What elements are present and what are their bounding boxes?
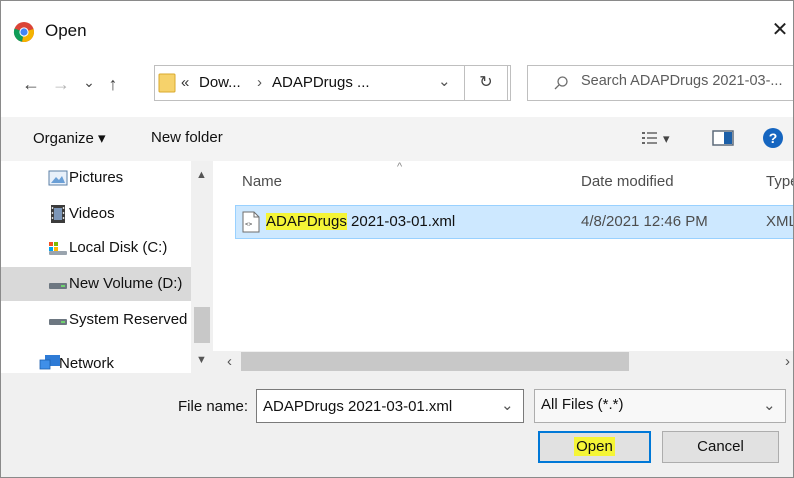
file-list-scroll-thumb[interactable] — [241, 352, 629, 371]
scroll-right-arrow-icon[interactable]: › — [785, 354, 790, 370]
recent-locations-button[interactable]: ⌄ — [79, 71, 99, 93]
file-type-dropdown-icon[interactable]: ⌄ — [763, 396, 776, 414]
pictures-icon — [48, 170, 68, 186]
forward-button[interactable]: → — [49, 73, 73, 95]
file-name-dropdown-icon[interactable]: ⌄ — [501, 396, 514, 414]
drive-icon — [49, 319, 67, 325]
file-list — [213, 161, 793, 351]
new-folder-button[interactable]: New folder — [151, 129, 223, 146]
close-button[interactable]: ✕ — [765, 15, 793, 45]
folder-icon — [158, 73, 176, 93]
file-name-rest: 2021-03-01.xml — [346, 213, 456, 230]
search-input[interactable]: Search ADAPDrugs 2021-03-... — [581, 73, 783, 89]
column-header-type[interactable]: Type — [766, 173, 793, 190]
sidebar-item-label: System Reserved — [69, 311, 188, 328]
open-dialog: Open ✕ ← → ⌄ ↑ « Dow... › ADAPDrugs ... … — [0, 0, 794, 478]
title-bar — [1, 1, 793, 59]
command-bar — [1, 117, 793, 162]
date-modified-cell: 4/8/2021 12:46 PM — [581, 213, 708, 230]
open-button[interactable]: Open — [538, 431, 651, 463]
view-dropdown-icon[interactable]: ▾ — [663, 131, 670, 147]
scroll-up-arrow-icon[interactable]: ▲ — [196, 169, 207, 181]
dialog-title: Open — [45, 21, 87, 40]
help-icon[interactable]: ? — [763, 128, 783, 148]
search-icon — [554, 76, 568, 90]
sidebar-item-label: New Volume (D:) — [69, 275, 183, 292]
sort-ascending-icon: ^ — [397, 161, 403, 173]
network-icon — [39, 355, 60, 370]
sidebar-item-label: Local Disk (C:) — [69, 239, 168, 256]
sidebar-item-label: Videos — [69, 205, 115, 222]
drive-icon — [49, 283, 67, 289]
scroll-left-arrow-icon[interactable]: ‹ — [227, 354, 232, 370]
address-dropdown-icon[interactable]: ⌄ — [438, 72, 451, 90]
sidebar-item-local-disk[interactable]: Local Disk (C:) — [1, 231, 197, 265]
view-options-icon[interactable] — [642, 131, 658, 145]
column-header-name[interactable]: Name — [242, 173, 282, 190]
up-button[interactable]: ↑ — [101, 73, 125, 95]
breadcrumb-separator: › — [257, 74, 262, 91]
refresh-button[interactable]: ↻ — [464, 65, 508, 101]
column-header-date-modified[interactable]: Date modified — [581, 173, 674, 190]
videos-icon — [51, 205, 65, 223]
cancel-button[interactable]: Cancel — [662, 431, 779, 463]
sidebar-item-pictures[interactable]: Pictures — [1, 161, 197, 195]
svg-text:<>: <> — [245, 221, 253, 228]
sidebar-item-system-reserved[interactable]: System Reserved — [1, 303, 197, 337]
file-name-label: File name: — [178, 398, 249, 415]
breadcrumb-adapdrugs[interactable]: ADAPDrugs ... — [272, 74, 370, 91]
search-highlight: ADAPDrugs — [266, 213, 347, 230]
file-name-value[interactable]: ADAPDrugs 2021-03-01.xml — [263, 398, 452, 415]
file-name-cell: ADAPDrugs 2021-03-01.xml — [266, 213, 455, 230]
local-disk-icon — [49, 242, 67, 255]
sidebar-item-label: Network — [59, 355, 115, 372]
breadcrumb-downloads[interactable]: Dow... — [199, 74, 241, 91]
open-button-label: Open — [574, 437, 615, 456]
chrome-icon — [13, 22, 34, 42]
back-button[interactable]: ← — [19, 73, 43, 95]
sidebar-item-videos[interactable]: Videos — [1, 197, 197, 231]
navigation-pane-scroll-thumb[interactable] — [194, 307, 210, 343]
sidebar-item-new-volume[interactable]: New Volume (D:) — [1, 267, 197, 301]
sidebar-item-network[interactable]: Network — [1, 347, 197, 373]
file-type-value[interactable]: All Files (*.*) — [541, 396, 624, 413]
sidebar-item-label: Pictures — [69, 169, 124, 186]
breadcrumb-overflow[interactable]: « — [181, 74, 189, 91]
scroll-down-arrow-icon[interactable]: ▼ — [196, 354, 207, 366]
organize-button[interactable]: Organize ▾ — [33, 129, 106, 147]
type-cell: XML — [766, 213, 794, 230]
xml-file-icon: <> — [242, 211, 260, 233]
preview-pane-icon[interactable] — [712, 130, 734, 146]
